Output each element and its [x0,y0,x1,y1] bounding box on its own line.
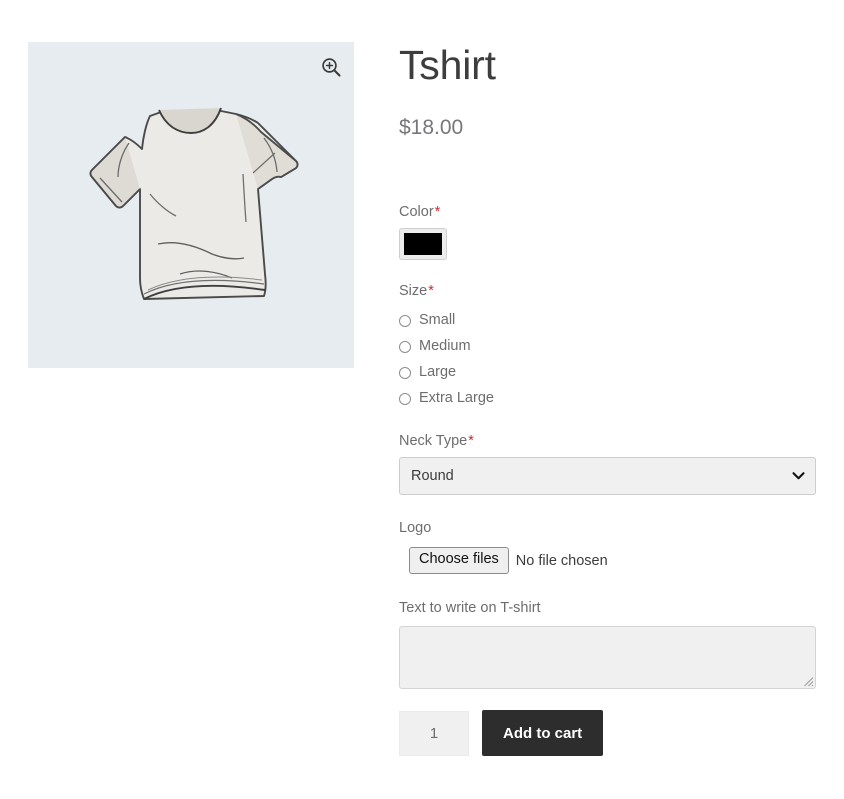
quantity-input[interactable]: 1 [399,710,469,756]
custom-text-label: Text to write on T-shirt [399,599,541,616]
add-to-cart-button[interactable]: Add to cart [482,710,604,757]
color-label: Color* [399,202,817,222]
file-status-text: No file chosen [515,552,608,569]
color-required-marker: * [434,204,441,221]
size-option-label: Large [419,364,457,381]
product-image-tshirt[interactable] [28,42,354,368]
size-option-small[interactable]: Small [399,308,817,334]
neck-type-label: Neck Type* [399,431,817,451]
product-gallery[interactable] [28,42,354,368]
radio-icon[interactable] [399,314,411,327]
custom-text-input[interactable] [399,626,816,690]
choose-files-button[interactable]: Choose files [409,547,509,574]
neck-type-select-wrap: Round [399,457,816,496]
neck-type-label-text: Neck Type [399,432,468,449]
color-label-text: Color [399,204,434,221]
logo-label: Logo [399,520,432,537]
size-label: Size* [399,281,817,301]
color-input[interactable] [399,228,447,261]
field-color: Color* [399,202,817,261]
logo-file-input[interactable]: Choose files No file chosen [399,547,817,574]
page-title: Tshirt [399,42,496,88]
zoom-in-icon[interactable] [320,56,342,78]
radio-icon[interactable] [399,366,411,379]
size-option-label: Medium [419,338,471,355]
variations-form: Color* Size* Small Medium Large Extra La… [399,202,817,757]
size-option-extra-large[interactable]: Extra Large [399,386,817,412]
field-neck-type: Neck Type* Round [399,431,817,496]
field-size: Size* Small Medium Large Extra Large [399,281,817,411]
size-option-label: Small [419,312,456,329]
field-logo: Logo Choose files No file chosen [399,518,817,574]
add-to-cart-row: 1 Add to cart [399,710,817,757]
color-input-row [399,228,817,261]
product-price: $18.00 [399,116,464,140]
size-option-large[interactable]: Large [399,360,817,386]
size-radio-group: Small Medium Large Extra Large [399,308,817,412]
neck-type-selected-value: Round [411,468,454,485]
radio-icon[interactable] [399,340,411,353]
custom-text-wrap [399,626,816,690]
product-summary: Tshirt $18.00 Color* Size* Small Medium … [399,42,817,757]
size-required-marker: * [428,283,434,300]
field-custom-text: Text to write on T-shirt [399,598,817,690]
radio-icon[interactable] [399,392,411,405]
product-page: Tshirt $18.00 Color* Size* Small Medium … [0,0,844,799]
size-option-medium[interactable]: Medium [399,334,817,360]
neck-type-required-marker: * [468,432,474,449]
neck-type-select[interactable]: Round [399,457,816,496]
color-swatch [404,233,442,256]
size-label-text: Size [399,283,428,300]
size-option-label: Extra Large [419,390,494,407]
resize-handle-icon[interactable] [803,676,814,687]
